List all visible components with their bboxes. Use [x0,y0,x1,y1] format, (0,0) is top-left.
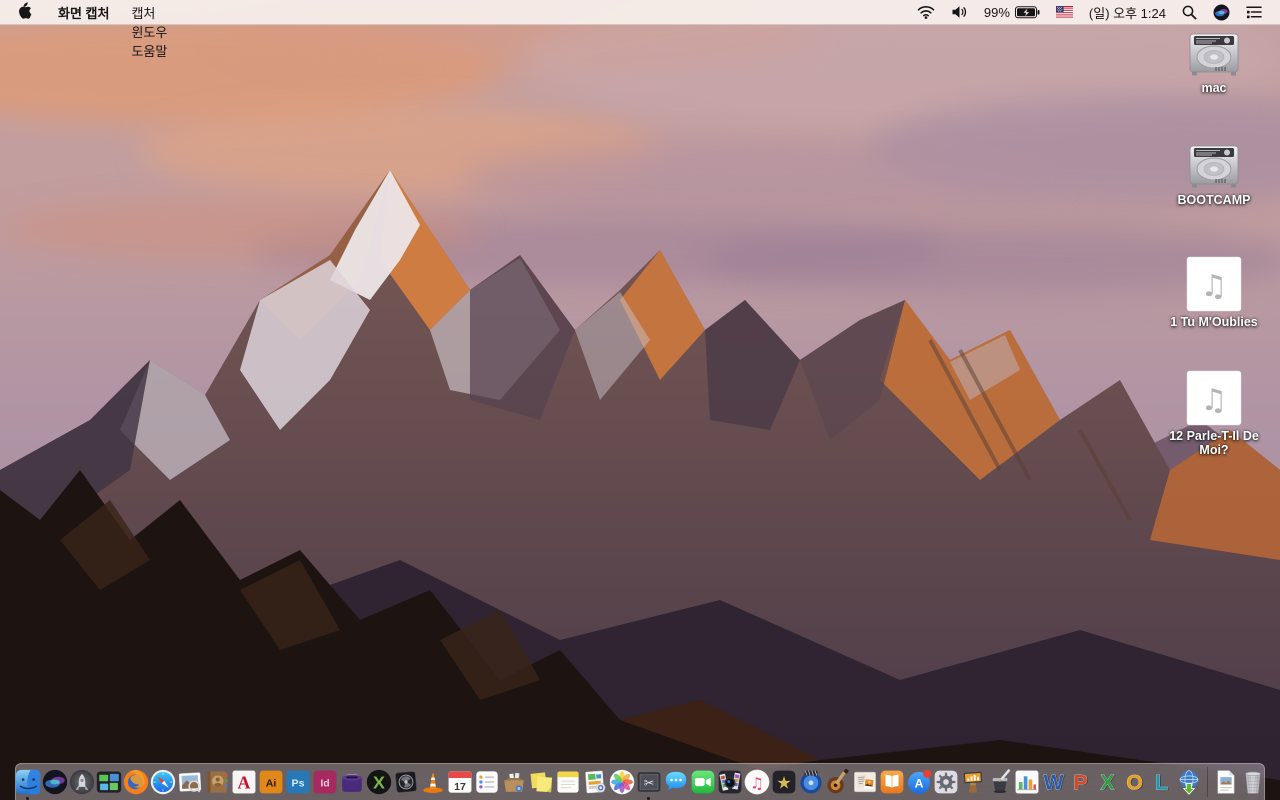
svg-text:Ai: Ai [265,777,276,789]
imovie-icon[interactable]: ★ [771,769,797,795]
menu-bar-clock[interactable]: (일) 오후 1:24 [1081,0,1174,24]
battery-status[interactable]: 99% [976,0,1048,24]
reminders-icon[interactable] [474,769,500,795]
indesign-icon[interactable]: Id [312,769,338,795]
svg-text:★: ★ [776,774,791,794]
document-file-icon[interactable] [1213,769,1239,795]
garageband-icon[interactable] [825,769,851,795]
wallpaper-sierra-mountain [0,0,1280,800]
svg-text:♫: ♫ [1201,269,1228,304]
hard-drive-icon [1154,144,1274,190]
vlc-icon[interactable] [420,769,446,795]
word-icon[interactable]: WW [1041,769,1067,795]
keynote-icon[interactable] [960,769,986,795]
desktop-icon-1-tu-m-oublies[interactable]: ♫ 1 Tu M'Oublies [1154,256,1274,329]
app-store-icon[interactable]: A [906,769,932,795]
siri-icon[interactable] [1205,0,1238,24]
dvd-player-icon[interactable] [798,769,824,795]
desktop-icon-label: BOOTCAMP [1177,193,1251,207]
powerpoint-icon[interactable]: PP [1068,769,1094,795]
dock-separator [1206,767,1208,797]
facetime-icon[interactable] [690,769,716,795]
itunes-icon[interactable]: ♫ [744,769,770,795]
xee-icon[interactable]: X [366,769,392,795]
photos-icon[interactable] [609,769,635,795]
audio-file-icon: ♫ [1154,256,1274,312]
svg-text:Ps: Ps [291,777,304,789]
preview-icon[interactable] [177,769,203,795]
excel-icon[interactable]: XX [1095,769,1121,795]
svg-text:♫: ♫ [750,775,764,793]
trash-icon[interactable] [1240,769,1266,795]
active-app-menu[interactable]: 화면 캡처 [47,3,120,22]
apple-icon [18,2,32,22]
system-preferences-icon[interactable] [933,769,959,795]
desktop-icon-bootcamp[interactable]: BOOTCAMP [1154,144,1274,207]
notification-center-icon[interactable] [1238,0,1270,24]
battery-icon [1014,5,1040,19]
menu-bar: 화면 캡처 파일편집캡처윈도우도움말 99% (일) 오후 1:24 [0,0,1280,59]
desktop: 화면 캡처 파일편집캡처윈도우도움말 99% (일) 오후 1:24 [0,0,1280,800]
wifi-icon[interactable] [909,0,943,24]
spotlight-search-icon[interactable] [1174,0,1205,24]
firefox-icon[interactable] [123,769,149,795]
unarchiver-icon[interactable] [501,769,527,795]
mission-control-icon[interactable] [96,769,122,795]
svg-text:O: O [1126,771,1142,794]
svg-text:A: A [237,773,250,793]
pages-icon[interactable] [987,769,1013,795]
dock: A Ai Ps Id X 17 ✂ ♫ ★ A W W P P X X O O L L [15,763,1265,800]
launchpad-icon[interactable] [69,769,95,795]
svg-text:X: X [1100,771,1114,794]
acrobat-reader-icon[interactable]: A [231,769,257,795]
desktop-icon-label: 1 Tu M'Oublies [1170,315,1258,329]
svg-text:17: 17 [454,781,466,793]
svg-text:♫: ♫ [1201,383,1228,418]
menu-item-2[interactable]: 캡처 [120,3,178,22]
menu-item-4[interactable]: 도움말 [120,41,178,60]
desktop-icon-label: 12 Parle-T-Il De Moi? [1169,429,1259,458]
svg-text:W: W [1043,771,1063,794]
menu-item-3[interactable]: 윈도우 [120,22,178,41]
stickies-icon[interactable] [528,769,554,795]
desktop-icon-mac[interactable]: mac [1154,32,1274,95]
photo-booth-icon[interactable] [717,769,743,795]
input-source-us-flag-icon[interactable] [1048,0,1081,24]
svg-text:Id: Id [320,777,329,789]
calendar-icon[interactable]: 17 [447,769,473,795]
apple-menu[interactable] [0,0,47,24]
scrapbook-icon[interactable] [852,769,878,795]
hard-drive-icon [1154,32,1274,78]
safari-icon[interactable] [150,769,176,795]
ibooks-icon[interactable] [879,769,905,795]
contacts-icon[interactable] [204,769,230,795]
svg-text:X: X [373,773,385,793]
audio-file-icon: ♫ [1154,370,1274,426]
svg-text:✂: ✂ [643,776,653,790]
finder-icon[interactable] [15,769,41,800]
grab-icon[interactable]: ✂ [636,769,662,800]
app-menus: 파일편집캡처윈도우도움말 [120,0,178,60]
svg-text:A: A [914,777,923,791]
colorsync-utility-icon[interactable] [582,769,608,795]
notes-icon[interactable] [555,769,581,795]
outlook-icon[interactable]: OO [1122,769,1148,795]
svg-text:L: L [1155,771,1168,794]
download-manager-icon[interactable] [1176,769,1202,795]
toast-icon[interactable] [339,769,365,795]
lync-icon[interactable]: LL [1149,769,1175,795]
numbers-icon[interactable] [1014,769,1040,795]
messages-icon[interactable] [663,769,689,795]
illustrator-icon[interactable]: Ai [258,769,284,795]
desktop-icon-12-parle-t-il-de-moi-[interactable]: ♫ 12 Parle-T-Il De Moi? [1154,370,1274,458]
siri-icon[interactable] [42,769,68,795]
volume-icon[interactable] [943,0,976,24]
battery-percent: 99% [983,4,1010,20]
desktop-icon-label: mac [1201,81,1227,95]
svg-text:P: P [1073,771,1087,794]
photoshop-icon[interactable]: Ps [285,769,311,795]
disk-backup-icon[interactable] [393,769,419,795]
